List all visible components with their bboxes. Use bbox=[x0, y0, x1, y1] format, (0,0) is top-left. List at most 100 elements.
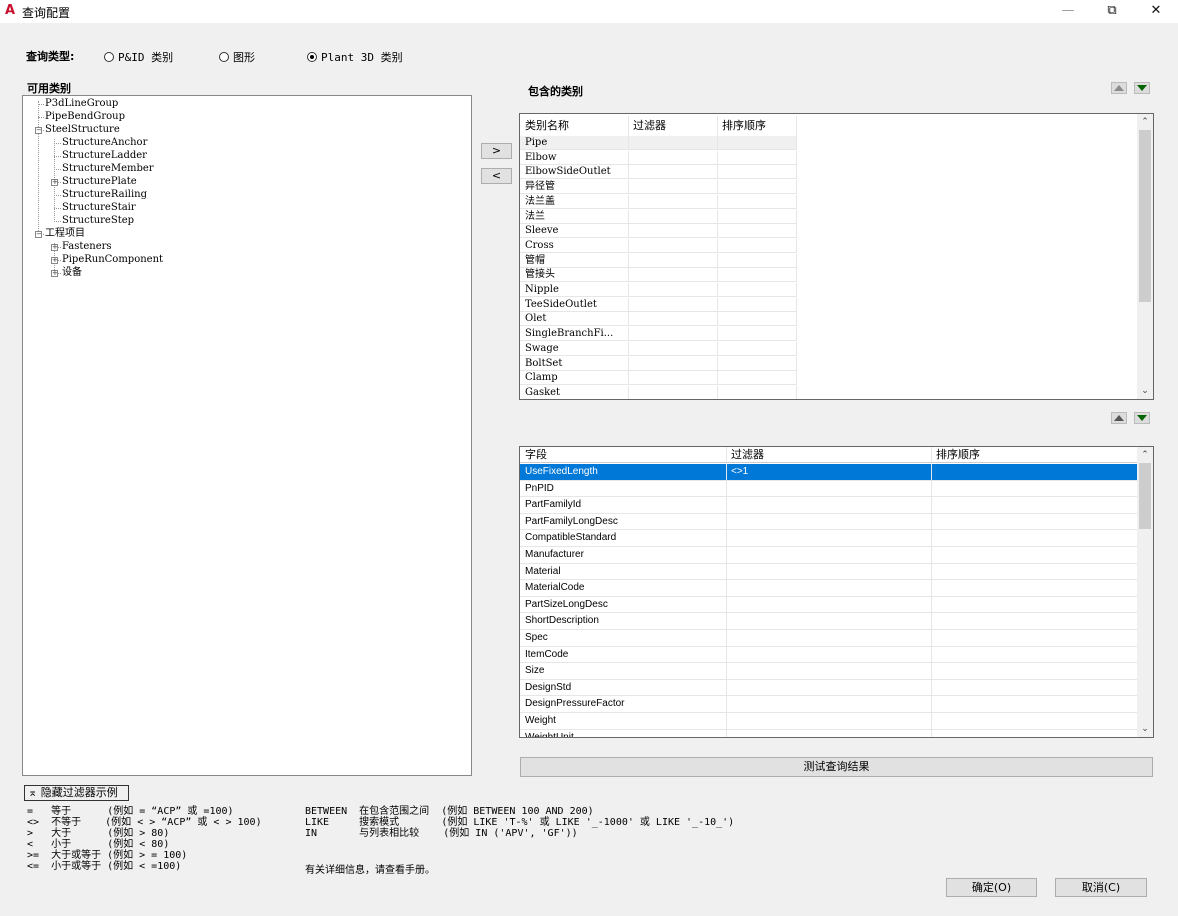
table-row[interactable]: CompatibleStandard bbox=[520, 530, 1137, 547]
fields-table[interactable]: 字段 过滤器 排序顺序 UseFixedLength <>1 PnPID PartFa… bbox=[519, 446, 1154, 738]
column-header-field[interactable]: 字段 bbox=[520, 447, 727, 462]
tree-item[interactable]: StructureAnchor bbox=[62, 137, 147, 149]
sort-order-cell bbox=[717, 224, 797, 238]
table-row[interactable]: 法兰 bbox=[520, 209, 797, 224]
tree-item[interactable]: 设备 bbox=[62, 267, 82, 279]
tree-item[interactable]: 工程项目 bbox=[45, 228, 85, 240]
column-header-filter[interactable]: 过滤器 bbox=[726, 447, 932, 462]
column-header-sort-order[interactable]: 排序顺序 bbox=[931, 447, 1137, 462]
table-row[interactable]: DesignStd bbox=[520, 679, 1137, 697]
table-row[interactable]: Cross bbox=[520, 238, 797, 253]
tree-item[interactable]: StructureRailing bbox=[62, 189, 147, 201]
table-row[interactable]: Weight bbox=[520, 713, 1137, 730]
filter-cell bbox=[628, 180, 718, 194]
tree-item[interactable]: StructureLadder bbox=[62, 150, 147, 162]
tree-item[interactable]: SteelStructure bbox=[45, 124, 120, 136]
field-move-down-button[interactable] bbox=[1134, 412, 1150, 424]
minimize-button[interactable]: — bbox=[1046, 0, 1090, 23]
sort-cell bbox=[931, 730, 1137, 737]
hide-filter-examples-button[interactable]: ⌅ 隐藏过滤器示例 bbox=[24, 785, 129, 801]
table-row[interactable]: Elbow bbox=[520, 150, 797, 165]
table-row[interactable]: ShortDescription bbox=[520, 613, 1137, 630]
table-row[interactable]: Gasket bbox=[520, 385, 797, 399]
tree-item[interactable]: P3dLineGroup bbox=[45, 98, 118, 110]
expand-icon[interactable]: + bbox=[51, 270, 58, 277]
sort-cell bbox=[931, 514, 1137, 530]
collapse-icon[interactable]: − bbox=[35, 127, 42, 134]
table-row[interactable]: PartSizeLongDesc bbox=[520, 596, 1137, 614]
expand-icon[interactable]: + bbox=[51, 244, 58, 251]
tree-item[interactable]: PipeBendGroup bbox=[45, 111, 125, 123]
table-header: 字段 过滤器 排序顺序 bbox=[520, 447, 1137, 463]
field-cell: PartSizeLongDesc bbox=[520, 596, 727, 613]
table-row[interactable]: BoltSet bbox=[520, 356, 797, 371]
filter-cell bbox=[726, 513, 932, 530]
table-row[interactable]: Sleeve bbox=[520, 224, 797, 239]
table-row[interactable]: PartFamilyLongDesc bbox=[520, 513, 1137, 531]
tree-item[interactable]: PipeRunComponent bbox=[62, 254, 163, 266]
table-row[interactable]: SingleBranchFi... bbox=[520, 327, 797, 342]
expand-icon[interactable]: + bbox=[51, 179, 58, 186]
column-header-filter[interactable]: 过滤器 bbox=[628, 116, 718, 136]
included-categories-table[interactable]: 类别名称 过滤器 排序顺序 Pipe Elbow ElbowSideOutlet 异径… bbox=[519, 113, 1154, 400]
move-down-button[interactable] bbox=[1134, 82, 1150, 94]
table-row[interactable]: PartFamilyId bbox=[520, 497, 1137, 514]
table-row[interactable]: Clamp bbox=[520, 371, 797, 386]
table-row[interactable]: Spec bbox=[520, 630, 1137, 647]
tree-item[interactable]: StructurePlate bbox=[62, 176, 137, 188]
field-move-up-button[interactable] bbox=[1111, 412, 1127, 424]
table-row[interactable]: MaterialCode bbox=[520, 580, 1137, 597]
table-row[interactable]: Olet bbox=[520, 312, 797, 327]
cancel-button[interactable]: 取消(C) bbox=[1055, 878, 1147, 897]
available-categories-tree[interactable]: P3dLineGroup PipeBendGroup − SteelStructure… bbox=[22, 95, 472, 776]
table-row[interactable]: ItemCode bbox=[520, 646, 1137, 664]
radio-plant3d-category[interactable]: Plant 3D 类别 bbox=[307, 50, 403, 64]
table-row[interactable]: ElbowSideOutlet bbox=[520, 165, 797, 180]
table-row[interactable]: WeightUnit bbox=[520, 729, 1137, 737]
tree-item[interactable]: StructureStair bbox=[62, 202, 136, 214]
test-query-button[interactable]: 测试查询结果 bbox=[520, 757, 1153, 777]
table-row[interactable]: Manufacturer bbox=[520, 547, 1137, 564]
table-row[interactable]: Nipple bbox=[520, 283, 797, 297]
scroll-down-icon[interactable]: ⌄ bbox=[1137, 383, 1153, 399]
radio-pid-category[interactable]: P&ID 类别 bbox=[104, 50, 173, 64]
window-title: 查询配置 bbox=[22, 6, 71, 20]
scroll-up-icon[interactable]: ⌃ bbox=[1137, 447, 1153, 463]
scroll-up-icon[interactable]: ⌃ bbox=[1137, 114, 1153, 130]
table-row[interactable]: 法兰盖 bbox=[520, 194, 797, 209]
tree-item[interactable]: Fasteners bbox=[62, 241, 112, 253]
filter-cell bbox=[726, 480, 932, 497]
tree-item[interactable]: StructureMember bbox=[62, 163, 154, 175]
table-row[interactable]: Material bbox=[520, 563, 1137, 581]
add-category-button[interactable]: > bbox=[481, 143, 512, 159]
column-header-category-name[interactable]: 类别名称 bbox=[520, 116, 629, 136]
column-header-sort-order[interactable]: 排序顺序 bbox=[717, 116, 797, 136]
collapse-icon[interactable]: − bbox=[35, 231, 42, 238]
table-row[interactable]: TeeSideOutlet bbox=[520, 297, 797, 312]
fields-table-scrollbar[interactable]: ⌃ ⌄ bbox=[1137, 447, 1153, 737]
included-table-scrollbar[interactable]: ⌃ ⌄ bbox=[1137, 114, 1153, 399]
remove-category-button[interactable]: < bbox=[481, 168, 512, 184]
scroll-thumb[interactable] bbox=[1139, 463, 1151, 529]
table-row[interactable]: 异径管 bbox=[520, 180, 797, 195]
scroll-thumb[interactable] bbox=[1139, 130, 1151, 302]
scroll-down-icon[interactable]: ⌄ bbox=[1137, 721, 1153, 737]
table-row[interactable]: 管接头 bbox=[520, 268, 797, 283]
restore-button[interactable]: ⧉ bbox=[1090, 0, 1134, 23]
radio-graphics[interactable]: 图形 bbox=[219, 50, 255, 64]
table-row[interactable]: Pipe bbox=[520, 136, 797, 150]
sort-cell bbox=[931, 547, 1137, 563]
move-up-button[interactable] bbox=[1111, 82, 1127, 94]
table-row[interactable]: 管帽 bbox=[520, 253, 797, 268]
close-button[interactable]: ✕ bbox=[1134, 0, 1178, 23]
field-cell: ShortDescription bbox=[520, 613, 727, 629]
table-row[interactable]: UseFixedLength <>1 bbox=[520, 464, 1137, 481]
table-row[interactable]: DesignPressureFactor bbox=[520, 696, 1137, 713]
ok-button[interactable]: 确定(O) bbox=[946, 878, 1037, 897]
tree-item[interactable]: StructureStep bbox=[62, 215, 134, 227]
table-row[interactable]: Swage bbox=[520, 341, 797, 356]
field-cell: CompatibleStandard bbox=[520, 530, 727, 546]
table-row[interactable]: Size bbox=[520, 663, 1137, 680]
expand-icon[interactable]: + bbox=[51, 257, 58, 264]
table-row[interactable]: PnPID bbox=[520, 480, 1137, 498]
